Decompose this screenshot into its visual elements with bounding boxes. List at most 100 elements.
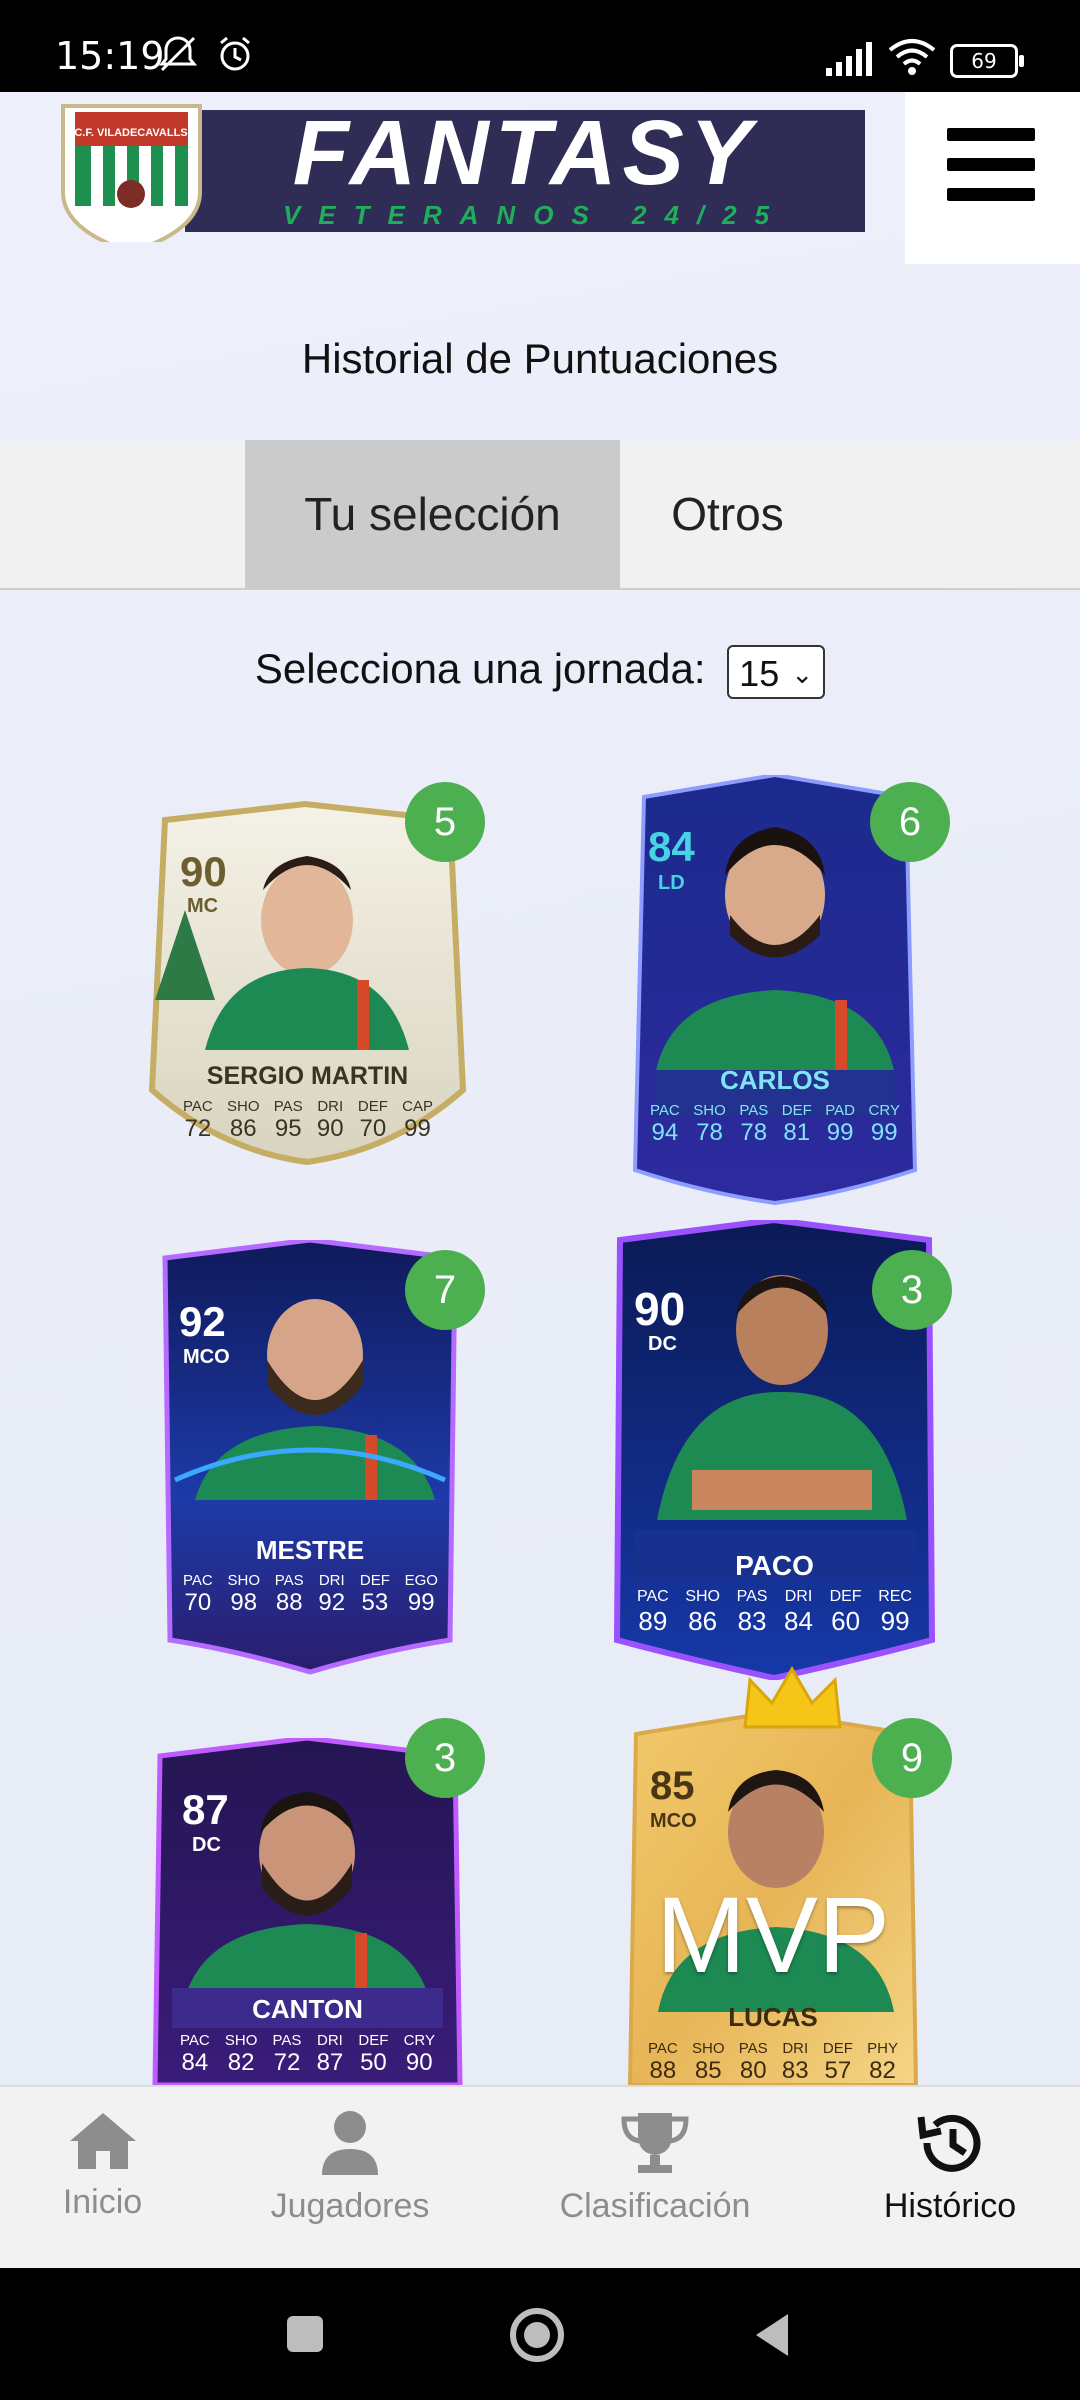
card-position: MC: [187, 895, 219, 917]
stat: PAS 80: [738, 2040, 768, 2084]
card-position: LD: [658, 872, 685, 894]
stat: PAC 72: [183, 1098, 213, 1142]
menu-icon-bar: [947, 128, 1035, 141]
stat: DRI 87: [316, 2032, 344, 2076]
jornada-label: Selecciona una jornada:: [254, 645, 706, 693]
card-rating: 90: [634, 1283, 686, 1335]
stat: DEF 57: [822, 2040, 853, 2084]
stat: PAC 70: [183, 1572, 213, 1616]
stat: PAS 78: [739, 1102, 769, 1146]
stat: CRY 99: [868, 1102, 900, 1146]
score-badge: 6: [870, 782, 950, 862]
menu-icon-bar: [947, 188, 1035, 201]
stat: PAC 89: [637, 1588, 669, 1636]
player-card[interactable]: 87 DC CANTON PAC 84 SHO 82 PAS 72 DRI 87 DEF…: [150, 1738, 465, 2085]
stat: CAP 99: [402, 1098, 433, 1142]
stat: SHO 86: [685, 1588, 720, 1636]
card-rating: 92: [179, 1298, 226, 1345]
recents-button[interactable]: [285, 2314, 325, 2354]
nav-jugadores[interactable]: Jugadores: [255, 2087, 445, 2270]
tab-otros[interactable]: Otros: [620, 440, 835, 588]
stat: PHY 82: [867, 2040, 898, 2084]
nav-label: Histórico: [883, 2187, 1017, 2225]
stat: PAS 72: [272, 2032, 302, 2076]
card-position: MCO: [183, 1346, 230, 1368]
stat: PAS 88: [274, 1572, 304, 1616]
trophy-icon: [621, 2113, 689, 2173]
card-stats: PAC 94 SHO 78 PAS 78 DEF 81 PAD 99 CRY 99: [650, 1102, 900, 1147]
nav-clasificacion[interactable]: Clasificación: [540, 2087, 770, 2270]
card-player-name: SERGIO MARTIN: [206, 1062, 409, 1090]
jornada-value: 15: [739, 653, 780, 694]
nav-historico[interactable]: Histórico: [860, 2087, 1040, 2270]
stat: DEF 50: [358, 2032, 389, 2076]
card-stats: PAC 72 SHO 86 PAS 95 DRI 90 DEF 70 CAP 99: [183, 1098, 433, 1143]
stat: REC 99: [878, 1588, 912, 1636]
card-position: MCO: [650, 1810, 697, 1832]
nav-label: Inicio: [62, 2183, 143, 2221]
stat: DEF 81: [781, 1102, 812, 1146]
notifications-off-icon: [158, 36, 198, 72]
stat: PAC 88: [648, 2040, 678, 2084]
status-bar: 15:19 69: [0, 0, 1080, 92]
stat: DEF 70: [357, 1098, 388, 1142]
card-player-name: CANTON: [252, 1994, 363, 2024]
card-rating: 84: [648, 823, 695, 870]
card-rating: 87: [182, 1786, 229, 1833]
stat: DRI 83: [781, 2040, 809, 2084]
nav-label: Clasificación: [559, 2187, 751, 2225]
stat: SHO 82: [224, 2032, 258, 2076]
history-icon: [917, 2114, 981, 2172]
bottom-navigation: Inicio Jugadores Clasificación Histórico: [0, 2085, 1080, 2270]
card-player-name: CARLOS: [720, 1065, 830, 1095]
stat: PAS 95: [273, 1098, 303, 1142]
user-icon: [322, 2111, 378, 2175]
page-title: Historial de Puntuaciones: [301, 335, 779, 382]
stat: SHO 78: [693, 1102, 726, 1146]
card-player-name: PACO: [735, 1550, 814, 1581]
card-stats: PAC 84 SHO 82 PAS 72 DRI 87 DEF 50 CRY 90: [180, 2032, 435, 2077]
card-stats: PAC 88 SHO 85 PAS 80 DRI 83 DEF 57 PHY 82: [648, 2040, 898, 2085]
stat: CRY 90: [403, 2032, 435, 2076]
stat: DRI 92: [318, 1572, 346, 1616]
signal-icon: [826, 42, 872, 76]
back-button[interactable]: [752, 2312, 792, 2358]
mvp-overlay: MVP: [655, 1874, 891, 1995]
menu-button[interactable]: [905, 92, 1080, 264]
chevron-down-icon: ⌄: [791, 659, 814, 689]
tab-tu-seleccion[interactable]: Tu selección: [245, 440, 620, 588]
tab-bar: Tu selección Otros: [0, 440, 1080, 590]
stat: DEF 60: [829, 1588, 862, 1636]
score-badge: 7: [405, 1250, 485, 1330]
menu-icon-bar: [947, 158, 1035, 171]
jornada-selector-row: Selecciona una jornada: 15 ⌄: [0, 645, 1080, 699]
stat: SHO 85: [691, 2040, 725, 2084]
fantasy-logo[interactable]: C.F. VILADECAVALLS FANTASY VETERANOS 24/…: [55, 102, 865, 242]
nav-inicio[interactable]: Inicio: [25, 2087, 180, 2270]
stat: SHO 98: [227, 1572, 260, 1616]
system-navigation-bar: [0, 2268, 1080, 2400]
home-button[interactable]: [508, 2306, 566, 2364]
card-position: DC: [648, 1333, 677, 1355]
crown-icon: [743, 1666, 842, 1729]
card-player-name: LUCAS: [728, 2002, 818, 2032]
stat: PAC 94: [650, 1102, 680, 1146]
jornada-select[interactable]: 15 ⌄: [727, 645, 826, 699]
status-time: 15:19: [55, 34, 165, 78]
logo-badge-text: C.F. VILADECAVALLS: [74, 127, 187, 139]
card-position: DC: [192, 1834, 221, 1856]
stat: DEF 53: [359, 1572, 390, 1616]
stat: PAS 83: [736, 1588, 768, 1636]
stat: PAC 84: [180, 2032, 210, 2076]
card-rating: 90: [180, 848, 227, 895]
card-stats: PAC 70 SHO 98 PAS 88 DRI 92 DEF 53 EGO 99: [183, 1572, 438, 1617]
home-icon: [69, 2113, 136, 2169]
score-badge: 3: [872, 1250, 952, 1330]
wifi-icon: [888, 39, 936, 75]
stat: PAD 99: [825, 1102, 856, 1146]
stat: DRI 84: [784, 1588, 813, 1636]
stat: DRI 90: [316, 1098, 344, 1142]
nav-label: Jugadores: [270, 2187, 430, 2225]
logo-title: FANTASY: [293, 102, 759, 204]
logo-subtitle: VETERANOS 24/25: [283, 200, 787, 230]
